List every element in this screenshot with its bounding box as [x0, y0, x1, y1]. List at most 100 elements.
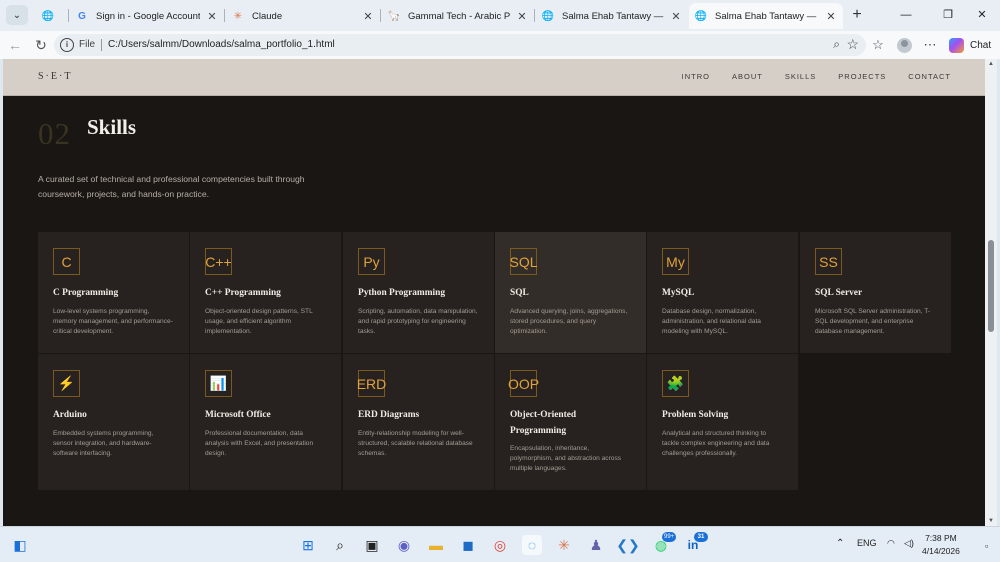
- nav-link-about[interactable]: ABOUT: [732, 72, 763, 81]
- oop-icon: OOP: [508, 370, 539, 397]
- sql-icon: SQL: [510, 248, 538, 275]
- favorites-icon[interactable]: ☆: [870, 35, 886, 55]
- skill-name: Object-Oriented Programming: [510, 410, 577, 436]
- tab-portfolio-1[interactable]: 🌐 Salma Ehab Tantawy — Portfo ✕: [536, 3, 688, 29]
- skill-description: Encapsulation, inheritance, polymorphism…: [510, 445, 622, 473]
- new-tab-button[interactable]: +: [848, 5, 866, 25]
- volume-icon[interactable]: ◁): [904, 538, 914, 549]
- scroll-down-icon[interactable]: ▼: [988, 518, 994, 524]
- site-logo[interactable]: S·E·T: [38, 71, 72, 82]
- tab-title: Salma Ehab Tantawy — Portfo: [562, 10, 664, 22]
- copilot-icon: [949, 37, 964, 53]
- tab-title: Claude: [252, 10, 283, 22]
- c-language-icon: C: [53, 248, 80, 275]
- skill-card[interactable]: 📊 Microsoft Office Professional document…: [190, 354, 341, 490]
- microsoft-store-icon[interactable]: ◼: [458, 535, 478, 555]
- skill-card[interactable]: ⚡ Arduino Embedded systems programming, …: [38, 354, 189, 490]
- tab-title: Gammal Tech - Arabic Progra: [408, 10, 510, 22]
- section-title: Skills: [87, 115, 137, 139]
- tab-portfolio-active[interactable]: 🌐 Salma Ehab Tantawy — Portfo ✕: [689, 3, 843, 29]
- page-viewport: S·E·T INTRO ABOUT SKILLS PROJECTS CONTAC…: [3, 59, 985, 526]
- tab-pinned[interactable]: 🌐: [36, 3, 68, 29]
- windows-start-icon[interactable]: ⊞: [298, 535, 318, 555]
- zoom-icon[interactable]: ⌕: [833, 37, 840, 52]
- skill-description: Object-oriented design patterns, STL usa…: [205, 307, 313, 335]
- skill-card[interactable]: C C Programming Low-level systems progra…: [38, 232, 189, 353]
- reload-button[interactable]: ↻: [31, 35, 51, 55]
- linkedin-icon[interactable]: in 31: [683, 532, 708, 555]
- search-icon[interactable]: ⌕: [330, 535, 350, 555]
- whatsapp-icon[interactable]: ◍ 99+: [651, 532, 677, 555]
- notification-badge: 99+: [662, 532, 677, 542]
- globe-icon: 🌐: [541, 10, 555, 22]
- address-bar[interactable]: i File C:/Users/salmm/Downloads/salma_po…: [54, 34, 866, 56]
- scrollbar-thumb[interactable]: [988, 240, 994, 332]
- skill-card[interactable]: Py Python Programming Scripting, automat…: [343, 232, 494, 353]
- close-icon[interactable]: ✕: [670, 10, 682, 23]
- close-window-button[interactable]: ✕: [972, 5, 992, 25]
- bookmark-star-icon[interactable]: ☆: [846, 36, 859, 53]
- page-scrollbar[interactable]: ▲ ▼: [985, 59, 997, 526]
- url-text[interactable]: C:/Users/salmm/Downloads/salma_portfolio…: [108, 39, 335, 50]
- chevron-up-icon[interactable]: ⌃: [836, 538, 844, 549]
- skills-grid: C C Programming Low-level systems progra…: [38, 232, 951, 490]
- tab-separator: [380, 9, 381, 22]
- back-button[interactable]: ←: [5, 35, 25, 55]
- arrow-left-icon: ←: [8, 37, 22, 53]
- widgets-icon[interactable]: ◧: [10, 535, 30, 555]
- nav-link-skills[interactable]: SKILLS: [785, 72, 816, 81]
- restore-button[interactable]: ❐: [938, 5, 958, 25]
- chrome-icon[interactable]: ◎: [490, 535, 510, 555]
- more-menu-icon[interactable]: ⋯: [922, 35, 938, 55]
- skill-description: Professional documentation, data analysi…: [205, 429, 314, 457]
- site-navbar: S·E·T INTRO ABOUT SKILLS PROJECTS CONTAC…: [3, 59, 985, 96]
- claude-app-icon[interactable]: ✳: [554, 535, 574, 555]
- globe-icon: 🌐: [694, 10, 708, 22]
- skill-card[interactable]: OOP Object-Oriented Programming Encapsul…: [495, 354, 646, 490]
- skill-name: ERD Diagrams: [358, 410, 420, 420]
- skill-name: Python Programming: [358, 288, 446, 298]
- minimize-button[interactable]: —: [896, 5, 916, 25]
- profile-avatar[interactable]: [897, 38, 912, 53]
- puzzle-icon: 🧩: [662, 370, 689, 397]
- skill-name: Problem Solving: [662, 410, 729, 420]
- python-icon: Py: [358, 248, 385, 275]
- close-icon[interactable]: ✕: [825, 10, 837, 23]
- tab-search-menu-button[interactable]: ⌄: [6, 5, 28, 25]
- section-number: 02: [38, 116, 71, 151]
- chat-label: Chat: [970, 39, 992, 51]
- system-clock[interactable]: 7:38 PM 4/14/2026: [922, 532, 960, 558]
- skill-card-hovered[interactable]: SQL SQL Advanced querying, joins, aggreg…: [495, 232, 646, 353]
- close-icon[interactable]: ✕: [362, 10, 374, 23]
- tab-google-signin[interactable]: G Sign in - Google Accounts ✕: [70, 3, 224, 29]
- task-view-icon[interactable]: ▣: [362, 535, 382, 555]
- plus-icon: +: [852, 6, 862, 23]
- copilot-chat-button[interactable]: Chat: [949, 36, 991, 54]
- tab-claude[interactable]: ✳ Claude ✕: [226, 3, 380, 29]
- nav-link-contact[interactable]: CONTACT: [908, 72, 951, 81]
- language-indicator[interactable]: ENG: [857, 538, 877, 548]
- close-icon[interactable]: ✕: [206, 10, 218, 23]
- notification-icon[interactable]: ▫: [985, 541, 988, 551]
- skill-card[interactable]: SS SQL Server Microsoft SQL Server admin…: [800, 232, 951, 353]
- teams-icon[interactable]: ♟: [586, 535, 606, 555]
- teams-chat-icon[interactable]: ◉: [394, 535, 414, 555]
- tab-separator: [534, 9, 535, 22]
- scroll-up-icon[interactable]: ▲: [988, 61, 994, 67]
- skill-card[interactable]: C++ C++ Programming Object-oriented desi…: [190, 232, 341, 353]
- wifi-icon[interactable]: ◠: [887, 538, 895, 549]
- tab-gammal-tech[interactable]: 🦙 Gammal Tech - Arabic Progra ✕: [382, 3, 534, 29]
- skill-card[interactable]: ERD ERD Diagrams Entity-relationship mod…: [343, 354, 494, 490]
- skill-description: Analytical and structured thinking to ta…: [662, 429, 770, 457]
- edge-icon[interactable]: ◌: [522, 535, 542, 555]
- vscode-icon[interactable]: ❮❯: [616, 535, 639, 555]
- close-icon[interactable]: ✕: [516, 10, 528, 23]
- info-icon[interactable]: i: [60, 38, 74, 52]
- skill-card[interactable]: 🧩 Problem Solving Analytical and structu…: [647, 354, 798, 490]
- nav-link-intro[interactable]: INTRO: [682, 72, 710, 81]
- skill-card[interactable]: My MySQL Database design, normalization,…: [647, 232, 798, 353]
- google-icon: G: [78, 10, 86, 22]
- windows-taskbar: ◧ ⊞ ⌕ ▣ ◉ ▬ ◼ ◎ ◌ ✳ ♟ ❮❯ ◍ 99+ in 31 ⌃ E…: [0, 526, 1000, 562]
- file-explorer-icon[interactable]: ▬: [426, 535, 446, 555]
- nav-link-projects[interactable]: PROJECTS: [838, 72, 886, 81]
